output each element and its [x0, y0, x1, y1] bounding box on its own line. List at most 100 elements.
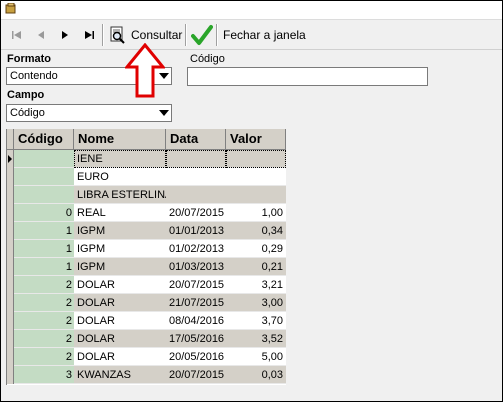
cell-codigo[interactable]: [14, 150, 74, 168]
cell-valor[interactable]: 3,00: [226, 294, 286, 312]
cell-nome[interactable]: DOLAR: [74, 312, 166, 330]
fechar-janela-button[interactable]: Fechar a janela: [219, 23, 306, 46]
cell-codigo[interactable]: [14, 186, 74, 204]
cell-codigo[interactable]: [14, 168, 74, 186]
column-header-codigo[interactable]: Código: [14, 129, 74, 149]
cell-data[interactable]: 20/07/2015: [166, 276, 226, 294]
table-row[interactable]: 2 DOLAR 08/04/2016 3,70: [7, 312, 286, 330]
cell-valor[interactable]: 3,21: [226, 276, 286, 294]
next-record-icon[interactable]: [57, 27, 73, 43]
cell-nome[interactable]: IGPM: [74, 240, 166, 258]
campo-select[interactable]: Código: [6, 104, 172, 122]
table-row[interactable]: 3 KWANZAS 20/07/2015 0,03: [7, 366, 286, 384]
row-indicator[interactable]: [7, 186, 14, 204]
table-row[interactable]: 1 IGPM 01/03/2013 0,21: [7, 258, 286, 276]
cell-nome[interactable]: IGPM: [74, 222, 166, 240]
cell-nome[interactable]: DOLAR: [74, 294, 166, 312]
window: Consultar Fechar a janela Formato Conten…: [0, 0, 503, 402]
cell-data[interactable]: 01/02/2013: [166, 240, 226, 258]
row-indicator[interactable]: [7, 240, 14, 258]
cell-nome[interactable]: DOLAR: [74, 330, 166, 348]
cell-nome[interactable]: EURO: [74, 168, 166, 186]
row-indicator[interactable]: [7, 204, 14, 222]
cell-codigo[interactable]: 2: [14, 294, 74, 312]
app-icon: [5, 3, 16, 14]
row-indicator[interactable]: [7, 366, 14, 384]
cell-valor[interactable]: 1,00: [226, 204, 286, 222]
cell-codigo[interactable]: 2: [14, 330, 74, 348]
table-row[interactable]: 2 DOLAR 20/05/2016 5,00: [7, 348, 286, 366]
toolbar-separator: [216, 24, 218, 46]
cell-nome[interactable]: DOLAR: [74, 276, 166, 294]
row-indicator[interactable]: [7, 258, 14, 276]
row-indicator[interactable]: [7, 222, 14, 240]
cell-nome[interactable]: REAL: [74, 204, 166, 222]
last-record-icon[interactable]: [81, 27, 97, 43]
cell-data[interactable]: 20/05/2016: [166, 348, 226, 366]
campo-label: Campo: [7, 89, 45, 101]
cell-data[interactable]: 08/04/2016: [166, 312, 226, 330]
row-indicator[interactable]: [7, 330, 14, 348]
table-row[interactable]: 0 REAL 20/07/2015 1,00: [7, 204, 286, 222]
row-indicator[interactable]: [7, 168, 14, 186]
table-row[interactable]: 2 DOLAR 21/07/2015 3,00: [7, 294, 286, 312]
table-row[interactable]: EURO: [7, 168, 286, 186]
cell-nome[interactable]: LIBRA ESTERLINA: [74, 186, 172, 204]
column-header-data[interactable]: Data: [166, 129, 226, 149]
row-indicator[interactable]: [7, 312, 14, 330]
cell-valor[interactable]: [226, 186, 286, 204]
cell-data[interactable]: 20/07/2015: [166, 204, 226, 222]
cell-data[interactable]: 01/01/2013: [166, 222, 226, 240]
cell-nome[interactable]: IENE: [74, 150, 166, 168]
cell-codigo[interactable]: 1: [14, 222, 74, 240]
cell-codigo[interactable]: 1: [14, 240, 74, 258]
cell-data[interactable]: [166, 168, 226, 186]
table-row[interactable]: 2 DOLAR 20/07/2015 3,21: [7, 276, 286, 294]
chevron-down-icon[interactable]: [159, 110, 169, 116]
table-row[interactable]: IENE: [7, 150, 286, 168]
cell-codigo[interactable]: 2: [14, 312, 74, 330]
confirm-button[interactable]: [191, 23, 213, 46]
cell-valor[interactable]: 5,00: [226, 348, 286, 366]
cell-valor[interactable]: 0,03: [226, 366, 286, 384]
cell-valor[interactable]: [226, 168, 286, 186]
cell-data[interactable]: 20/07/2015: [166, 366, 226, 384]
codigo-filter-input[interactable]: [187, 67, 428, 86]
toolbar-separator: [185, 24, 187, 46]
row-indicator[interactable]: [7, 276, 14, 294]
table-row[interactable]: 1 IGPM 01/01/2013 0,34: [7, 222, 286, 240]
cell-valor[interactable]: 0,29: [226, 240, 286, 258]
cell-codigo[interactable]: 1: [14, 258, 74, 276]
cell-valor[interactable]: [226, 150, 286, 168]
cell-data[interactable]: [166, 150, 226, 168]
cell-valor[interactable]: 0,34: [226, 222, 286, 240]
table-row[interactable]: 1 IGPM 01/02/2013 0,29: [7, 240, 286, 258]
cell-data[interactable]: 17/05/2016: [166, 330, 226, 348]
grid-corner: [7, 129, 14, 149]
row-indicator[interactable]: [7, 150, 14, 168]
cell-nome[interactable]: IGPM: [74, 258, 166, 276]
row-indicator[interactable]: [7, 348, 14, 366]
cell-data[interactable]: [166, 186, 226, 204]
table-row[interactable]: 2 DOLAR 17/05/2016 3,52: [7, 330, 286, 348]
column-header-nome[interactable]: Nome: [74, 129, 166, 149]
cell-codigo[interactable]: 2: [14, 276, 74, 294]
column-header-valor[interactable]: Valor: [226, 129, 286, 149]
table-row[interactable]: LIBRA ESTERLINA: [7, 186, 286, 204]
cell-valor[interactable]: 3,52: [226, 330, 286, 348]
first-record-icon[interactable]: [9, 27, 25, 43]
cell-nome[interactable]: DOLAR: [74, 348, 166, 366]
checkmark-icon: [191, 24, 213, 45]
cell-codigo[interactable]: 0: [14, 204, 74, 222]
row-indicator[interactable]: [7, 294, 14, 312]
cell-data[interactable]: 01/03/2013: [166, 258, 226, 276]
cell-nome[interactable]: KWANZAS: [74, 366, 166, 384]
cell-data[interactable]: 21/07/2015: [166, 294, 226, 312]
formato-value: Contendo: [10, 70, 58, 82]
toolbar: Consultar Fechar a janela: [1, 20, 502, 50]
cell-valor[interactable]: 3,70: [226, 312, 286, 330]
previous-record-icon[interactable]: [33, 27, 49, 43]
cell-codigo[interactable]: 2: [14, 348, 74, 366]
cell-valor[interactable]: 0,21: [226, 258, 286, 276]
cell-codigo[interactable]: 3: [14, 366, 74, 384]
